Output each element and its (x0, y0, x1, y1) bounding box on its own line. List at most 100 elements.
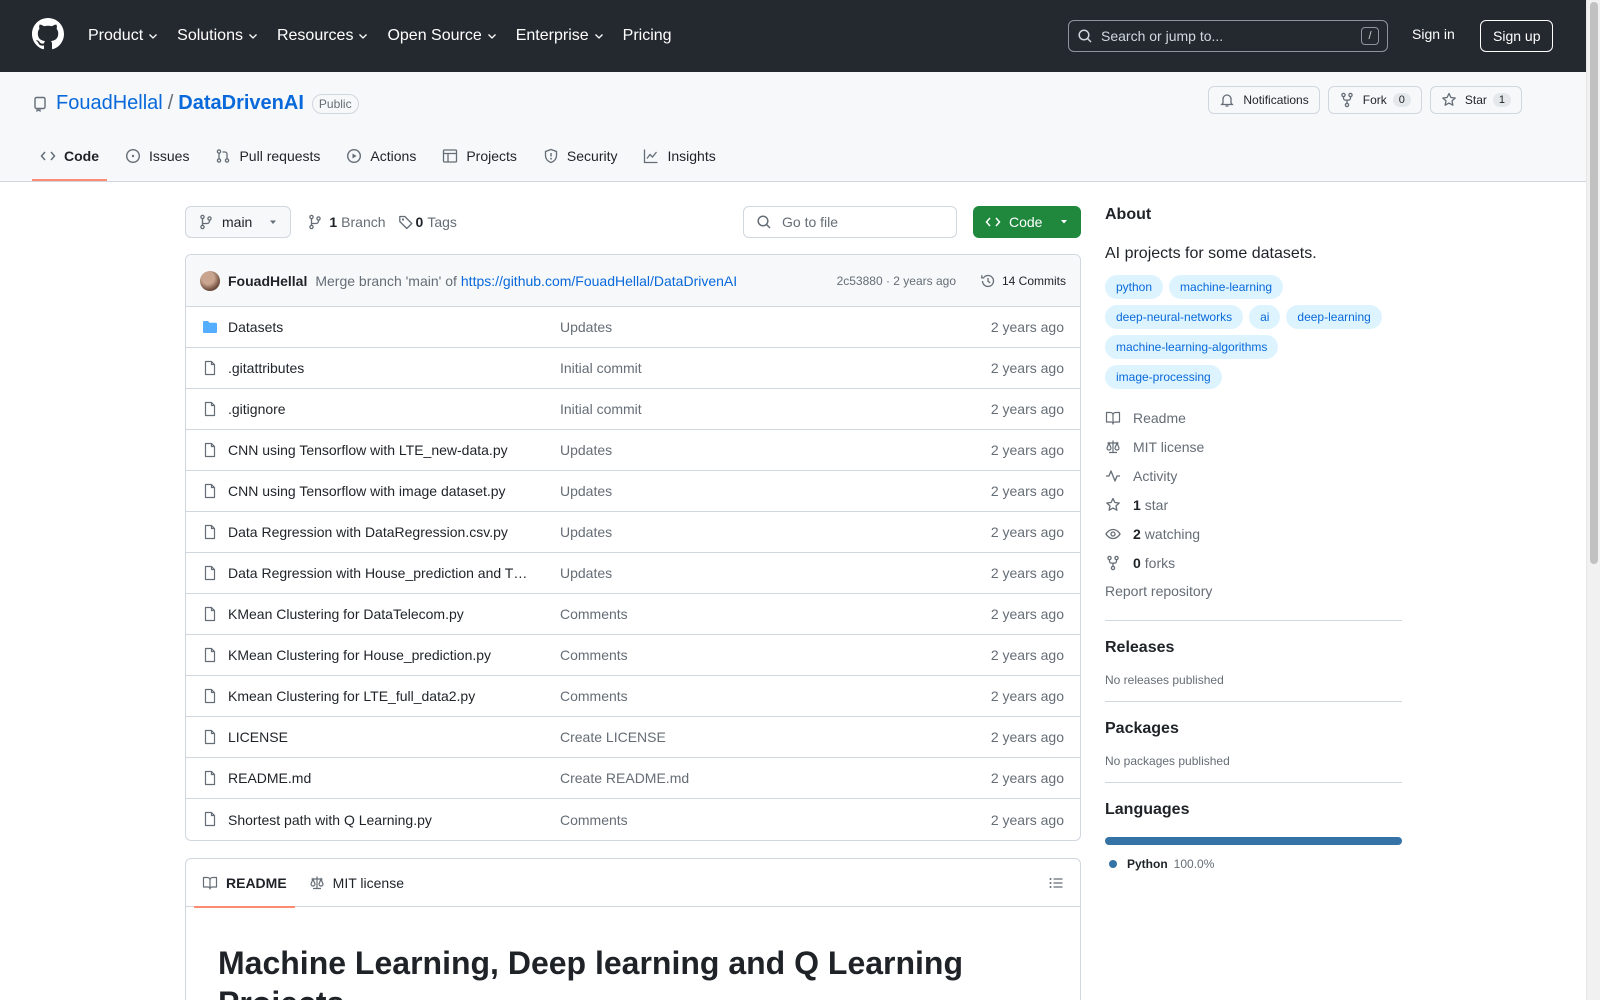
topic-tag[interactable]: machine-learning-algorithms (1105, 335, 1279, 359)
visibility-badge: Public (311, 93, 359, 114)
stars-link[interactable]: 1 star (1105, 490, 1402, 519)
tags-link[interactable]: 0 Tags (398, 214, 457, 230)
file-row[interactable]: CNN using Tensorflow with LTE_new-data.p… (186, 430, 1080, 471)
file-name[interactable]: Data Regression with DataRegression.csv.… (228, 524, 528, 540)
file-row[interactable]: README.md Create README.md 2 years ago (186, 758, 1080, 799)
file-name[interactable]: CNN using Tensorflow with image dataset.… (228, 483, 528, 499)
language-item[interactable]: Python 100.0% (1105, 857, 1402, 871)
commit-message-link[interactable]: https://github.com/FouadHellal/DataDrive… (461, 273, 737, 289)
branch-selector[interactable]: main (185, 206, 292, 238)
file-commit-message[interactable]: Updates (560, 524, 612, 540)
repo-name-link[interactable]: DataDrivenAI (178, 92, 304, 115)
tab-license[interactable]: MIT license (309, 859, 404, 907)
file-commit-message[interactable]: Updates (560, 565, 612, 581)
page-scrollbar[interactable] (1586, 0, 1600, 1000)
topic-tag[interactable]: deep-neural-networks (1105, 305, 1244, 329)
nav-enterprise[interactable]: Enterprise (516, 27, 605, 45)
file-name[interactable]: Data Regression with House_prediction an… (228, 565, 528, 581)
tab-issues[interactable]: Issues (117, 131, 197, 181)
file-name[interactable]: Kmean Clustering for LTE_full_data2.py (228, 688, 528, 704)
code-button[interactable]: Code (973, 206, 1081, 238)
tab-pull-requests[interactable]: Pull requests (207, 131, 328, 181)
github-logo-icon[interactable] (32, 18, 64, 50)
file-row[interactable]: Data Regression with House_prediction an… (186, 553, 1080, 594)
tab-security[interactable]: Security (535, 131, 626, 181)
file-name[interactable]: KMean Clustering for House_prediction.py (228, 647, 528, 663)
nav-pricing[interactable]: Pricing (623, 27, 672, 45)
file-row[interactable]: Shortest path with Q Learning.py Comment… (186, 799, 1080, 840)
file-date: 2 years ago (990, 647, 1064, 663)
history-icon (981, 274, 995, 287)
packages-heading[interactable]: Packages (1105, 720, 1402, 738)
watchers-link[interactable]: 2 watching (1105, 519, 1402, 548)
tab-pull-requests-label: Pull requests (239, 148, 321, 164)
file-commit-message[interactable]: Initial commit (560, 401, 642, 417)
repo-owner-link[interactable]: FouadHellal (56, 92, 163, 115)
file-commit-message[interactable]: Comments (560, 606, 628, 622)
star-button[interactable]: Star 1 (1429, 86, 1522, 114)
activity-link[interactable]: Activity (1105, 461, 1402, 490)
report-repository-link[interactable]: Report repository (1105, 577, 1402, 606)
file-row[interactable]: Kmean Clustering for LTE_full_data2.py C… (186, 676, 1080, 717)
file-name[interactable]: .gitattributes (228, 360, 528, 376)
file-name[interactable]: Shortest path with Q Learning.py (228, 812, 528, 828)
topic-tag[interactable]: python (1105, 275, 1164, 299)
nav-resources[interactable]: Resources (277, 27, 369, 45)
topic-tag[interactable]: image-processing (1105, 365, 1222, 389)
branches-link[interactable]: 1 Branch (307, 214, 386, 230)
file-row[interactable]: Data Regression with DataRegression.csv.… (186, 512, 1080, 553)
file-row[interactable]: KMean Clustering for DataTelecom.py Comm… (186, 594, 1080, 635)
sign-up-button[interactable]: Sign up (1480, 20, 1554, 52)
file-commit-message[interactable]: Initial commit (560, 360, 642, 376)
file-row[interactable]: KMean Clustering for House_prediction.py… (186, 635, 1080, 676)
file-name[interactable]: KMean Clustering for DataTelecom.py (228, 606, 528, 622)
avatar[interactable] (200, 270, 220, 291)
search-input[interactable]: Search or jump to... / (1068, 20, 1388, 52)
readme-link[interactable]: Readme (1105, 403, 1402, 432)
commit-author[interactable]: FouadHellal (228, 273, 307, 289)
file-commit-message[interactable]: Updates (560, 319, 612, 335)
nav-solutions[interactable]: Solutions (177, 27, 259, 45)
tab-projects[interactable]: Projects (434, 131, 525, 181)
file-row[interactable]: Datasets Updates 2 years ago (186, 307, 1080, 348)
sign-in-link[interactable]: Sign in (1412, 26, 1455, 42)
file-commit-message[interactable]: Create README.md (560, 770, 689, 786)
file-row[interactable]: CNN using Tensorflow with image dataset.… (186, 471, 1080, 512)
file-commit-message[interactable]: Create LICENSE (560, 729, 666, 745)
nav-product[interactable]: Product (88, 27, 159, 45)
scrollbar-thumb[interactable] (1590, 2, 1598, 564)
commit-hash-time[interactable]: 2c53880 · 2 years ago (837, 274, 956, 288)
commits-history-link[interactable]: 14 Commits (980, 273, 1066, 289)
file-date: 2 years ago (990, 688, 1064, 704)
tab-insights[interactable]: Insights (635, 131, 723, 181)
tab-code[interactable]: Code (32, 131, 107, 181)
file-name[interactable]: .gitignore (228, 401, 528, 417)
file-commit-message[interactable]: Comments (560, 688, 628, 704)
file-name[interactable]: LICENSE (228, 729, 528, 745)
file-commit-message[interactable]: Updates (560, 442, 612, 458)
file-name[interactable]: Datasets (228, 319, 528, 335)
topic-tag[interactable]: ai (1249, 305, 1281, 329)
tab-actions[interactable]: Actions (338, 131, 424, 181)
topic-tag[interactable]: machine-learning (1169, 275, 1284, 299)
license-link[interactable]: MIT license (1105, 432, 1402, 461)
fork-button[interactable]: Fork 0 (1327, 86, 1422, 114)
topic-tag[interactable]: deep-learning (1286, 305, 1382, 329)
notifications-button[interactable]: Notifications (1208, 86, 1320, 114)
releases-heading[interactable]: Releases (1105, 639, 1402, 657)
commit-message[interactable]: Merge branch 'main' of (315, 273, 457, 289)
nav-open-source[interactable]: Open Source (387, 27, 497, 45)
file-row[interactable]: .gitattributes Initial commit 2 years ag… (186, 348, 1080, 389)
file-commit-message[interactable]: Updates (560, 483, 612, 499)
file-commit-message[interactable]: Comments (560, 647, 628, 663)
file-commit-message[interactable]: Comments (560, 812, 628, 828)
file-name[interactable]: CNN using Tensorflow with LTE_new-data.p… (228, 442, 528, 458)
go-to-file-input[interactable]: Go to file (743, 206, 957, 238)
tab-readme[interactable]: README (194, 859, 295, 908)
file-name[interactable]: README.md (228, 770, 528, 786)
file-row[interactable]: LICENSE Create LICENSE 2 years ago (186, 717, 1080, 758)
forks-link[interactable]: 0 forks (1105, 548, 1402, 577)
list-icon[interactable] (1048, 875, 1064, 891)
file-row[interactable]: .gitignore Initial commit 2 years ago (186, 389, 1080, 430)
repo-title: FouadHellal / DataDrivenAI Public (32, 92, 359, 115)
